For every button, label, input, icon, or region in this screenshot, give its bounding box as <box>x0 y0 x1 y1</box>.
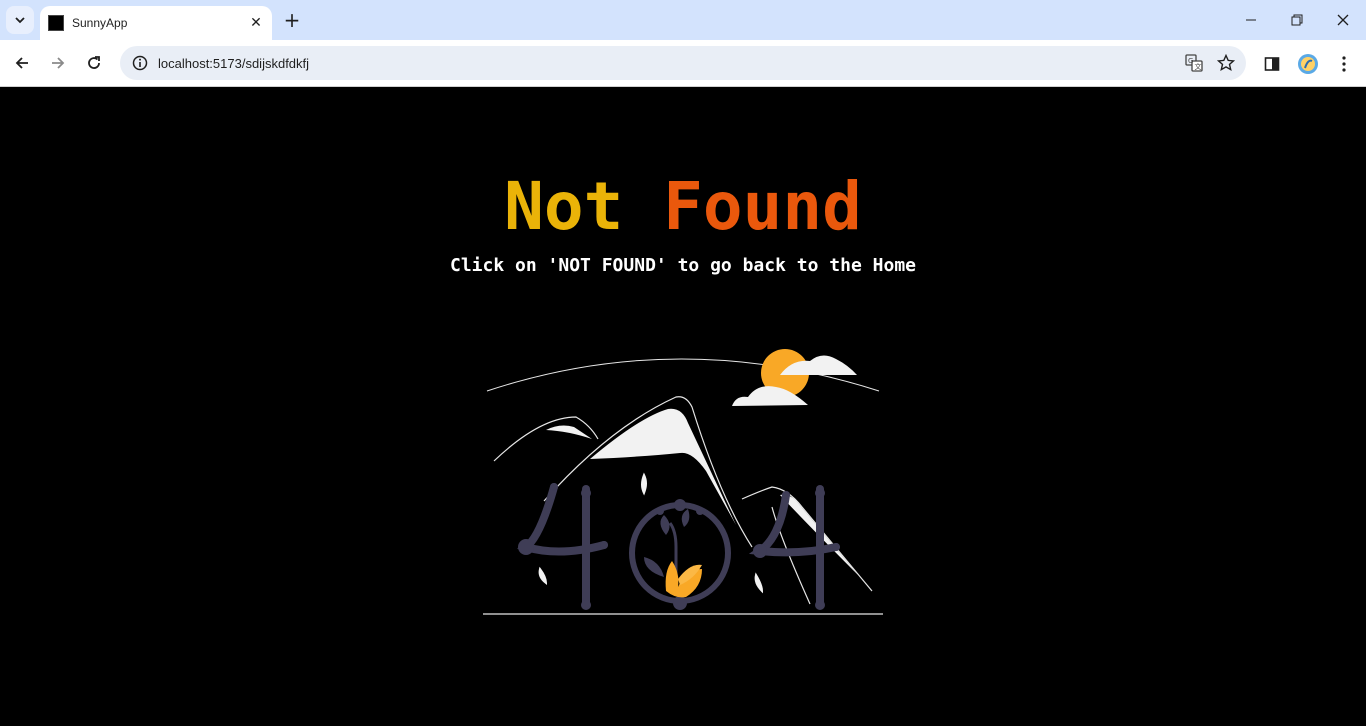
site-info-button[interactable] <box>128 51 152 75</box>
tab-favicon-icon <box>48 15 64 31</box>
new-tab-button[interactable]: + <box>280 8 304 32</box>
svg-text:G: G <box>1188 57 1193 65</box>
browser-toolbar: localhost:5173/sdijskdfdkfj G文 <box>0 40 1366 87</box>
reload-icon <box>88 56 100 69</box>
mountain-outline-right <box>741 486 873 592</box>
tab-strip: SunnyApp ✕ + <box>0 0 1366 40</box>
digit-four-left <box>516 483 608 609</box>
close-window-button[interactable] <box>1320 0 1366 40</box>
close-icon <box>1337 14 1349 26</box>
headline-word-not[interactable]: Not <box>504 168 623 245</box>
page-content: Not Found Click on 'NOT FOUND' to go bac… <box>0 87 1366 726</box>
subtitle: Click on 'NOT FOUND' to go back to the H… <box>450 255 916 276</box>
chevron-down-icon <box>15 17 25 24</box>
mountain-outline-left <box>493 416 599 462</box>
404-illustration <box>483 349 883 615</box>
plant-leaf <box>644 557 664 577</box>
back-arrow-icon <box>15 57 28 69</box>
active-tab[interactable]: SunnyApp ✕ <box>40 6 272 40</box>
petal-icon <box>754 572 764 594</box>
back-button[interactable] <box>7 48 37 78</box>
profile-avatar-icon <box>1298 54 1318 74</box>
url-text[interactable]: localhost:5173/sdijskdfdkfj <box>158 56 1182 71</box>
translate-button[interactable]: G文 <box>1182 51 1206 75</box>
plant-leaf <box>660 515 670 535</box>
side-panel-button[interactable] <box>1258 50 1286 78</box>
restore-icon <box>1291 14 1303 26</box>
petal-icon <box>641 472 647 496</box>
bookmark-star-icon <box>1217 54 1235 72</box>
bookmark-button[interactable] <box>1214 51 1238 75</box>
plant-leaf <box>681 509 690 527</box>
petal-icon <box>538 566 548 586</box>
svg-text:文: 文 <box>1195 62 1202 71</box>
minimize-button[interactable] <box>1228 0 1274 40</box>
tab-close-button[interactable]: ✕ <box>246 13 266 33</box>
menu-kebab-icon <box>1342 56 1346 72</box>
browser-chrome: SunnyApp ✕ + localhost:5173/sdijskdfdkfj <box>0 0 1366 87</box>
profile-button[interactable] <box>1294 50 1322 78</box>
tab-title: SunnyApp <box>72 16 128 30</box>
forward-button[interactable] <box>43 48 73 78</box>
reload-button[interactable] <box>79 48 109 78</box>
side-panel-icon <box>1264 57 1280 71</box>
headline-word-found[interactable]: Found <box>663 168 862 245</box>
not-found-link[interactable]: Not Found <box>0 169 1366 245</box>
snow-cap-left <box>546 425 592 439</box>
restore-button[interactable] <box>1274 0 1320 40</box>
tab-search-button[interactable] <box>6 6 34 34</box>
translate-icon: G文 <box>1185 54 1203 72</box>
site-info-icon <box>132 55 148 71</box>
browser-menu-button[interactable] <box>1330 50 1358 78</box>
minimize-icon <box>1246 19 1256 21</box>
address-bar[interactable]: localhost:5173/sdijskdfdkfj G文 <box>120 46 1246 80</box>
forward-arrow-icon <box>52 57 65 69</box>
